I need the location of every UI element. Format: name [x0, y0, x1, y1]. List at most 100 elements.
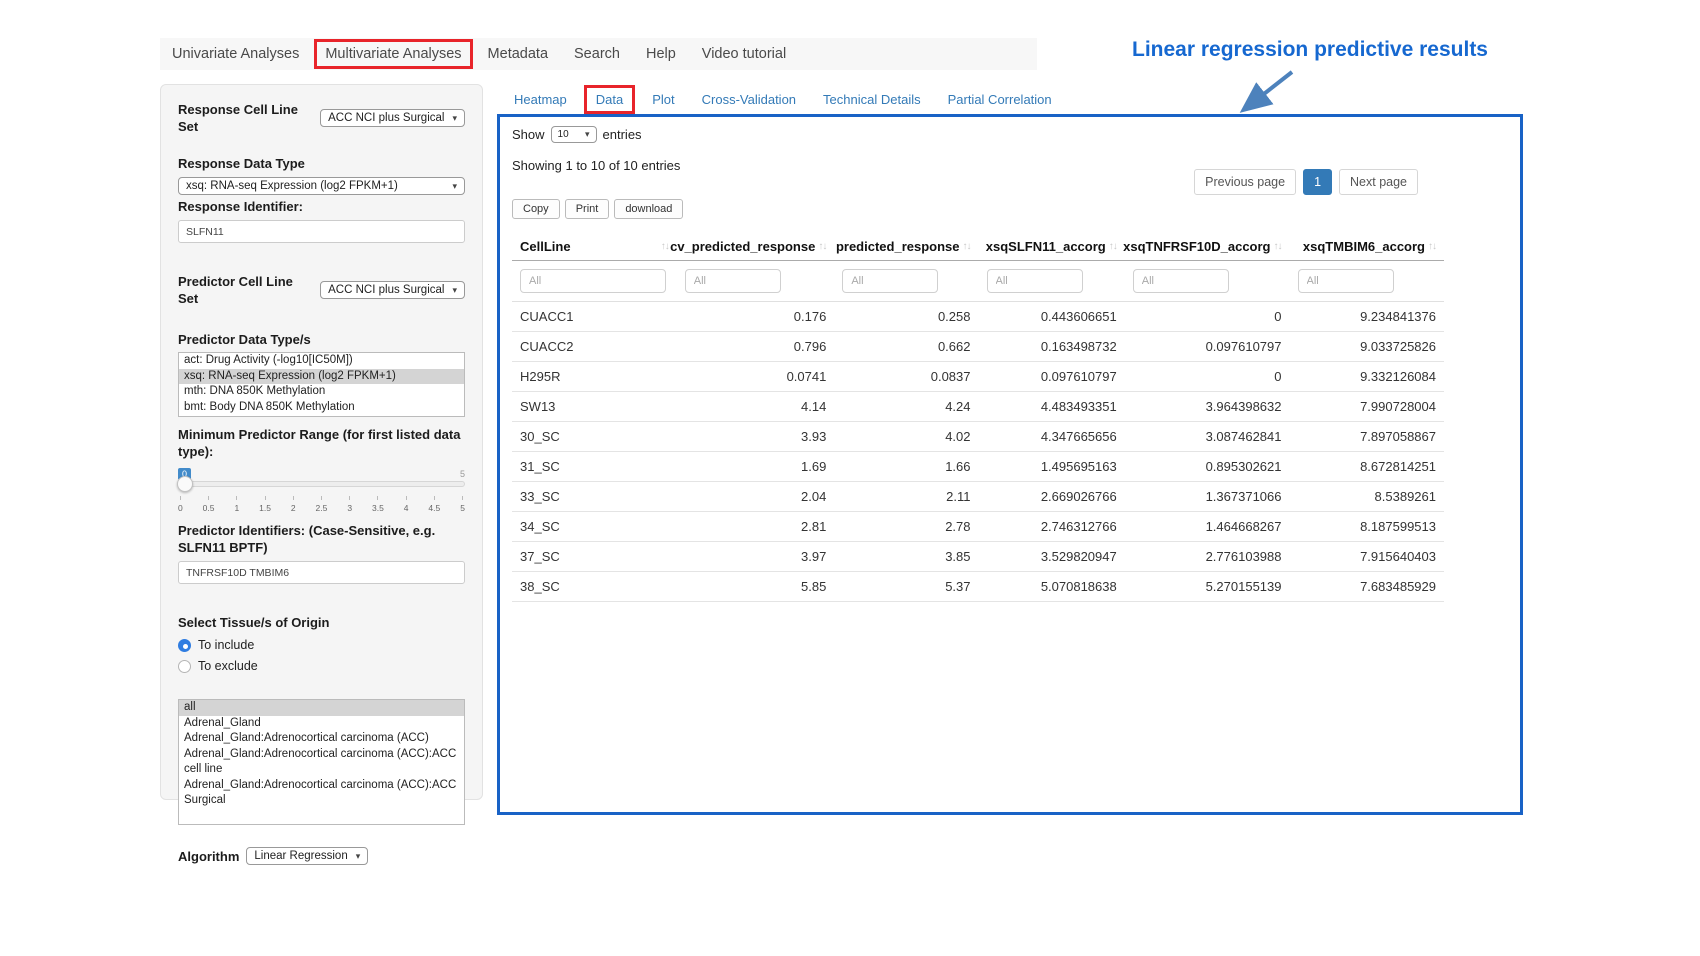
- tissue-list[interactable]: allAdrenal_GlandAdrenal_Gland:Adrenocort…: [178, 699, 465, 825]
- tab-data[interactable]: Data: [584, 85, 635, 114]
- tissue-exclude-radio[interactable]: To exclude: [178, 659, 465, 673]
- selected-value: ACC NCI plus Surgical: [328, 112, 444, 124]
- cell-value: 5.070818638: [979, 572, 1125, 602]
- cell-value: 0.097610797: [979, 362, 1125, 392]
- tab-technical-details[interactable]: Technical Details: [823, 92, 921, 107]
- nav-item-search[interactable]: Search: [574, 46, 620, 62]
- cell-value: 3.97: [677, 542, 835, 572]
- print-button[interactable]: Print: [565, 199, 610, 219]
- response-data-type-select[interactable]: xsq: RNA-seq Expression (log2 FPKM+1) ▾: [178, 177, 465, 195]
- copy-button[interactable]: Copy: [512, 199, 560, 219]
- cell-value: 0.258: [834, 302, 978, 332]
- cell-value: 1.66: [834, 452, 978, 482]
- option-xsq-rna-seq-expression-log2-fpkm-1[interactable]: xsq: RNA-seq Expression (log2 FPKM+1): [179, 369, 464, 385]
- column-header-xsqtnfrsf10d-accorg[interactable]: xsqTNFRSF10D_accorg↑↓: [1125, 232, 1290, 261]
- results-table: CellLine↑↓cv_predicted_response↑↓predict…: [512, 232, 1444, 602]
- nav-item-multivariate-analyses[interactable]: Multivariate Analyses: [314, 39, 472, 69]
- sort-icon[interactable]: ↑↓: [1428, 241, 1436, 252]
- top-nav: Univariate Analyses Multivariate Analyses…: [160, 38, 1037, 70]
- option-mth-dna-850k-methylation[interactable]: mth: DNA 850K Methylation: [179, 384, 464, 400]
- column-header-xsqtmbim6-accorg[interactable]: xsqTMBIM6_accorg↑↓: [1290, 232, 1445, 261]
- filter-cell: [1125, 261, 1290, 302]
- option-adrenal-gland-adrenocortical-carcinoma-acc[interactable]: Adrenal_Gland:Adrenocortical carcinoma (…: [179, 731, 464, 747]
- option-adrenal-gland[interactable]: Adrenal_Gland: [179, 716, 464, 732]
- option-adrenal-gland-adrenocortical-carcinoma-acc-acc-surgical[interactable]: Adrenal_Gland:Adrenocortical carcinoma (…: [179, 778, 464, 809]
- predictor-cell-line-set-select[interactable]: ACC NCI plus Surgical ▾: [320, 281, 465, 299]
- option-all[interactable]: all: [179, 700, 464, 716]
- cell-line-name: 31_SC: [512, 452, 677, 482]
- column-header-xsqslfn11-accorg[interactable]: xsqSLFN11_accorg↑↓: [979, 232, 1125, 261]
- algorithm-select[interactable]: Linear Regression ▾: [246, 847, 368, 865]
- filter-input-predicted-response[interactable]: [842, 269, 938, 293]
- sort-icon[interactable]: ↑↓: [818, 241, 826, 252]
- sort-icon[interactable]: ↑↓: [661, 241, 669, 252]
- option-bmt-body-dna-850k-methylation[interactable]: bmt: Body DNA 850K Methylation: [179, 400, 464, 416]
- response-cell-line-set-select[interactable]: ACC NCI plus Surgical ▾: [320, 109, 465, 127]
- cell-value: 2.81: [677, 512, 835, 542]
- radio-selected-icon: [178, 639, 191, 652]
- slider-tick: 3: [347, 496, 352, 513]
- sort-icon[interactable]: ↑↓: [1274, 241, 1282, 252]
- filter-input-xsqslfn11-accorg[interactable]: [987, 269, 1083, 293]
- table-row: 37_SC3.973.853.5298209472.7761039887.915…: [512, 542, 1444, 572]
- cell-line-name: CUACC1: [512, 302, 677, 332]
- option-adrenal-gland-adrenocortical-carcinoma-acc-acc-cell-line[interactable]: Adrenal_Gland:Adrenocortical carcinoma (…: [179, 747, 464, 778]
- download-button[interactable]: download: [614, 199, 683, 219]
- response-identifier-input[interactable]: [178, 220, 465, 243]
- page-1-button[interactable]: 1: [1303, 169, 1332, 195]
- entries-select[interactable]: 10 ▾: [551, 126, 597, 143]
- slider-handle[interactable]: [177, 476, 193, 492]
- table-row: 34_SC2.812.782.7463127661.4646682678.187…: [512, 512, 1444, 542]
- filter-cell: [677, 261, 835, 302]
- result-tabs: HeatmapDataPlotCross-ValidationTechnical…: [514, 92, 1052, 107]
- table-row: 38_SC5.855.375.0708186385.2701551397.683…: [512, 572, 1444, 602]
- table-head: CellLine↑↓cv_predicted_response↑↓predict…: [512, 232, 1444, 302]
- slider-track[interactable]: [178, 481, 465, 487]
- next-page-button[interactable]: Next page: [1339, 169, 1418, 195]
- tab-heatmap[interactable]: Heatmap: [514, 92, 567, 107]
- predictor-data-type-list[interactable]: act: Drug Activity (-log10[IC50M])xsq: R…: [178, 352, 465, 417]
- column-header-predicted-response[interactable]: predicted_response↑↓: [834, 232, 978, 261]
- slider-tick: 3.5: [372, 496, 384, 513]
- filter-cell: [979, 261, 1125, 302]
- cell-value: 5.270155139: [1125, 572, 1290, 602]
- sort-icon[interactable]: ↑↓: [1109, 241, 1117, 252]
- column-header-cv-predicted-response[interactable]: cv_predicted_response↑↓: [677, 232, 835, 261]
- column-label: CellLine: [520, 239, 571, 254]
- column-header-cellline[interactable]: CellLine ↑↓: [512, 232, 677, 261]
- selected-value: ACC NCI plus Surgical: [328, 284, 444, 296]
- min-range-slider[interactable]: 0 5 00.511.522.533.544.55: [178, 468, 465, 513]
- filter-input-xsqtnfrsf10d-accorg[interactable]: [1133, 269, 1229, 293]
- cell-value: 1.464668267: [1125, 512, 1290, 542]
- algorithm-label: Algorithm: [178, 848, 239, 865]
- slider-tick: 1: [234, 496, 239, 513]
- filter-input-cv-predicted-response[interactable]: [685, 269, 781, 293]
- nav-item-video-tutorial[interactable]: Video tutorial: [702, 46, 786, 62]
- tab-plot[interactable]: Plot: [652, 92, 674, 107]
- sort-icon[interactable]: ↑↓: [963, 241, 971, 252]
- nav-item-help[interactable]: Help: [646, 46, 676, 62]
- table-body: CUACC10.1760.2580.44360665109.234841376C…: [512, 302, 1444, 602]
- filter-input-cellline[interactable]: [520, 269, 666, 293]
- table-row: CUACC10.1760.2580.44360665109.234841376: [512, 302, 1444, 332]
- predictor-identifiers-input[interactable]: [178, 561, 465, 584]
- table-row: 31_SC1.691.661.4956951630.8953026218.672…: [512, 452, 1444, 482]
- cell-line-name: 33_SC: [512, 482, 677, 512]
- tab-partial-correlation[interactable]: Partial Correlation: [948, 92, 1052, 107]
- cell-line-name: SW13: [512, 392, 677, 422]
- nav-item-metadata[interactable]: Metadata: [488, 46, 548, 62]
- table-row: 33_SC2.042.112.6690267661.3673710668.538…: [512, 482, 1444, 512]
- tissue-include-radio[interactable]: To include: [178, 638, 465, 652]
- cell-value: 4.24: [834, 392, 978, 422]
- tab-cross-validation[interactable]: Cross-Validation: [702, 92, 796, 107]
- previous-page-button[interactable]: Previous page: [1194, 169, 1296, 195]
- table-row: 30_SC3.934.024.3476656563.0874628417.897…: [512, 422, 1444, 452]
- nav-item-univariate-analyses[interactable]: Univariate Analyses: [172, 46, 299, 62]
- option-act-drug-activity-log10-ic50m[interactable]: act: Drug Activity (-log10[IC50M]): [179, 353, 464, 369]
- predictor-data-type-field: Predictor Data Type/s act: Drug Activity…: [178, 331, 465, 417]
- cell-value: 2.78: [834, 512, 978, 542]
- slider-tick: 4.5: [428, 496, 440, 513]
- filter-input-xsqtmbim6-accorg[interactable]: [1298, 269, 1394, 293]
- response-data-type-field: Response Data Type xsq: RNA-seq Expressi…: [178, 155, 465, 195]
- cell-value: 2.04: [677, 482, 835, 512]
